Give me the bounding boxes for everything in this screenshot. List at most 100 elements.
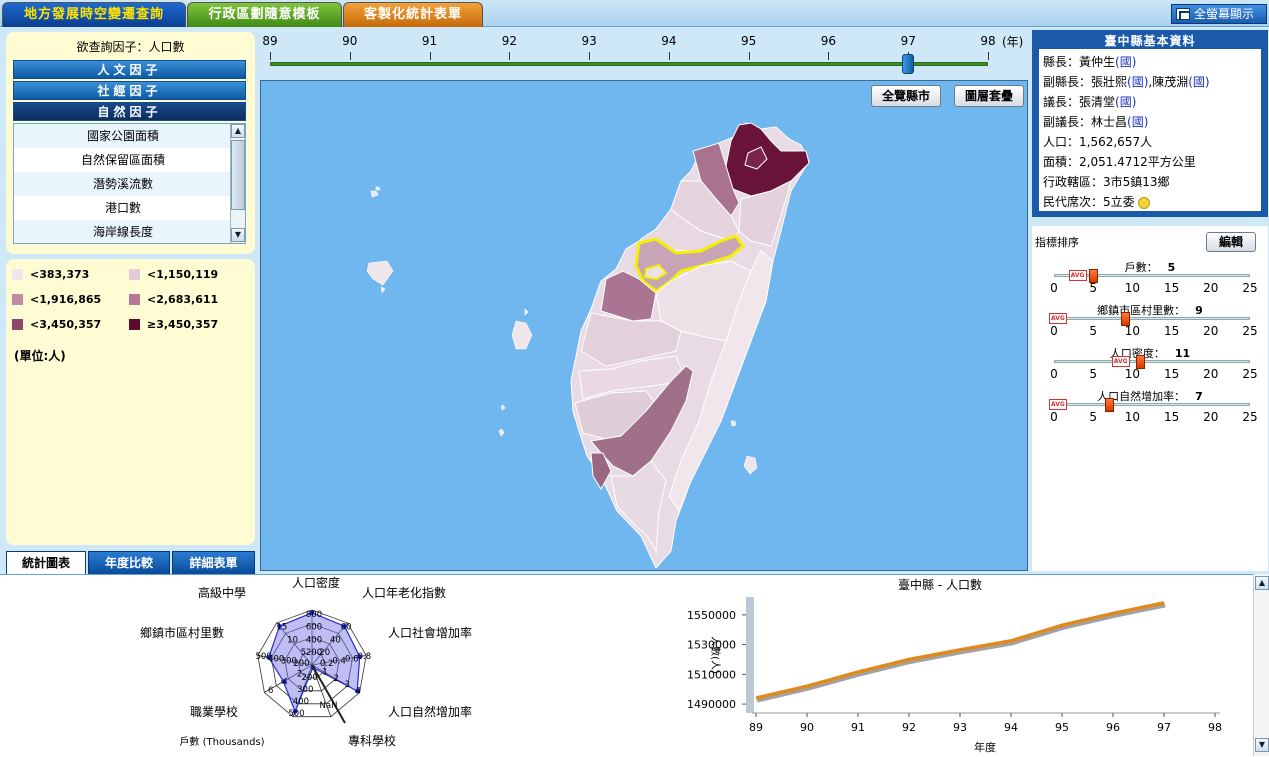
show-all-counties-button[interactable]: 全覽縣市 bbox=[870, 85, 941, 107]
island[interactable] bbox=[511, 320, 533, 350]
timeline-year-label[interactable]: 92 bbox=[499, 34, 519, 48]
info-row-area: 面積：2,051.4712平方公里 bbox=[1043, 155, 1196, 169]
slider-tick-label: 20 bbox=[1203, 324, 1219, 338]
party-link[interactable]: (國) bbox=[1115, 55, 1136, 69]
indicator-slider[interactable]: 人口自然增加率： 7 AVG 0 5 10 15 20 25 bbox=[1032, 388, 1268, 432]
island[interactable] bbox=[500, 404, 506, 411]
category-socioeconomic[interactable]: 社經因子 bbox=[13, 81, 246, 100]
layer-overlay-button[interactable]: 圖層套疊 bbox=[953, 85, 1024, 107]
tab-stat-charts[interactable]: 統計圖表 bbox=[6, 551, 86, 574]
avg-marker-icon: AVG bbox=[1048, 399, 1067, 410]
fullscreen-button[interactable]: 全螢幕顯示 bbox=[1171, 4, 1267, 24]
timeline-year-label[interactable]: 89 bbox=[260, 34, 280, 48]
category-natural[interactable]: 自然因子 bbox=[13, 102, 246, 121]
list-item[interactable]: 港口數 bbox=[14, 196, 232, 220]
island[interactable] bbox=[375, 186, 381, 191]
chart-series-line bbox=[755, 601, 1165, 700]
timeline-year-label[interactable]: 93 bbox=[579, 34, 599, 48]
scroll-down-icon[interactable]: ▼ bbox=[231, 228, 245, 242]
legend-swatch bbox=[12, 294, 23, 305]
timeline-tick bbox=[429, 52, 431, 60]
party-link[interactable]: (國) bbox=[1188, 75, 1209, 89]
chart-y-tick-label: 1490000 bbox=[687, 698, 736, 711]
tab-year-compare[interactable]: 年度比較 bbox=[88, 551, 170, 574]
taiwan-map[interactable]: 全覽縣市 圖層套疊 bbox=[260, 80, 1028, 571]
tab-custom-stats-form[interactable]: 客製化統計表單 bbox=[343, 2, 483, 27]
bottom-vertical-scrollbar[interactable]: ▲ ▼ bbox=[1253, 574, 1269, 756]
island[interactable] bbox=[524, 308, 529, 316]
slider-label: 戶數： 5 bbox=[1124, 261, 1176, 274]
chart-x-tick-label: 97 bbox=[1157, 721, 1171, 734]
radar-tick-label: 400 bbox=[293, 697, 309, 707]
radar-axis-label: 人口年老化指數 bbox=[362, 585, 446, 600]
radar-tick-label: 500 bbox=[255, 652, 271, 662]
info-row-deputy-speaker: 副議長：林士昌(國) bbox=[1043, 115, 1149, 129]
chart-x-label: 年度 bbox=[974, 740, 996, 754]
list-item[interactable]: 海岸線長度 bbox=[14, 220, 232, 243]
slider-label: 人口密度： 11 bbox=[1109, 347, 1191, 360]
slider-tick-label: 10 bbox=[1124, 324, 1141, 338]
indicator-slider[interactable]: 鄉鎮市區村里數： 9 AVG 0 5 10 15 20 25 bbox=[1032, 302, 1268, 346]
info-row-seats: 民代席次：5立委 bbox=[1043, 192, 1257, 212]
timeline-thumb[interactable] bbox=[902, 54, 915, 74]
timeline-unit: (年) bbox=[1002, 35, 1024, 49]
timeline-tick bbox=[509, 52, 511, 60]
chart-x-tick-label: 93 bbox=[953, 721, 967, 734]
radar-tick-label: 500 bbox=[288, 709, 304, 719]
edit-button[interactable]: 編輯 bbox=[1206, 232, 1256, 252]
category-humanities[interactable]: 人文因子 bbox=[13, 60, 246, 79]
indicator-slider[interactable]: 戶數： 5 AVG 0 5 10 15 20 25 bbox=[1032, 259, 1268, 303]
tab-spatiotemporal-query[interactable]: 地方發展時空變遷查詢 bbox=[2, 2, 186, 27]
island[interactable] bbox=[498, 428, 505, 437]
factor-list-scrollbar[interactable]: ▲ ▼ bbox=[230, 124, 245, 243]
slider-track[interactable] bbox=[1054, 403, 1250, 406]
island[interactable] bbox=[730, 420, 737, 427]
county-info-panel: 臺中縣基本資料 縣長：黃仲生(國) 副縣長：張壯熙(國),陳茂淵(國) 議長：張… bbox=[1032, 30, 1268, 217]
party-link[interactable]: (國) bbox=[1115, 95, 1136, 109]
slider-track[interactable] bbox=[1054, 317, 1250, 320]
timeline-year-label[interactable]: 98 bbox=[978, 34, 998, 48]
timeline-year-label[interactable]: 95 bbox=[739, 34, 759, 48]
timeline-year-label[interactable]: 94 bbox=[659, 34, 679, 48]
county-info-body: 縣長：黃仲生(國) 副縣長：張壯熙(國),陳茂淵(國) 議長：張清堂(國) 副議… bbox=[1039, 49, 1261, 211]
legend-swatch bbox=[12, 269, 23, 280]
radar-axis-label: 人口社會增加率 bbox=[388, 625, 472, 640]
chart-x-tick-label: 89 bbox=[749, 721, 763, 734]
chart-y-axis-strip bbox=[746, 597, 754, 713]
timeline-tick bbox=[349, 52, 351, 60]
slider-tick-label: 10 bbox=[1124, 281, 1141, 295]
party-link[interactable]: (國) bbox=[1127, 75, 1148, 89]
legend-swatch bbox=[129, 269, 140, 280]
scroll-up-icon[interactable]: ▲ bbox=[1255, 576, 1269, 590]
island[interactable] bbox=[380, 286, 386, 294]
slider-track[interactable] bbox=[1054, 360, 1250, 363]
slider-tick-label: 25 bbox=[1242, 367, 1258, 381]
timeline-track[interactable] bbox=[270, 62, 988, 66]
island[interactable] bbox=[370, 190, 379, 198]
list-item[interactable]: 自然保留區面積 bbox=[14, 148, 232, 172]
timeline-year-label[interactable]: 97 bbox=[898, 34, 918, 48]
info-row-deputy-magistrate: 副縣長：張壯熙(國),陳茂淵(國) bbox=[1043, 75, 1210, 89]
timeline-year-label[interactable]: 91 bbox=[420, 34, 440, 48]
party-link[interactable]: (國) bbox=[1127, 115, 1148, 129]
island-penghu[interactable] bbox=[366, 260, 394, 286]
slider-tick-label: 0 bbox=[1050, 281, 1058, 295]
indicator-slider[interactable]: 人口密度： 11 AVG 0 5 10 15 20 25 bbox=[1032, 345, 1268, 389]
slider-tick-label: 15 bbox=[1163, 410, 1180, 424]
timeline-year-label[interactable]: 90 bbox=[340, 34, 360, 48]
slider-tick-label: 20 bbox=[1203, 410, 1219, 424]
list-item[interactable]: 潛勢溪流數 bbox=[14, 172, 232, 196]
scroll-thumb[interactable] bbox=[231, 140, 245, 210]
tab-detail-form[interactable]: 詳細表單 bbox=[172, 551, 255, 574]
list-item[interactable]: 國家公園面積 bbox=[14, 124, 232, 148]
timeline-year-label[interactable]: 96 bbox=[818, 34, 838, 48]
legend-panel: <383,373 <1,150,119 <1,916,865 <2,683,61… bbox=[6, 259, 255, 545]
radar-tick-label: 400 bbox=[306, 635, 322, 645]
scroll-up-icon[interactable]: ▲ bbox=[231, 124, 245, 138]
smiley-icon[interactable] bbox=[1137, 196, 1150, 209]
radar-tick-label: NaN bbox=[320, 701, 338, 711]
tab-district-template[interactable]: 行政區劃隨意模板 bbox=[187, 2, 342, 27]
island-lanyu[interactable] bbox=[743, 455, 758, 475]
scroll-down-icon[interactable]: ▼ bbox=[1255, 738, 1269, 752]
radar-tick-label: 3 bbox=[345, 680, 350, 690]
